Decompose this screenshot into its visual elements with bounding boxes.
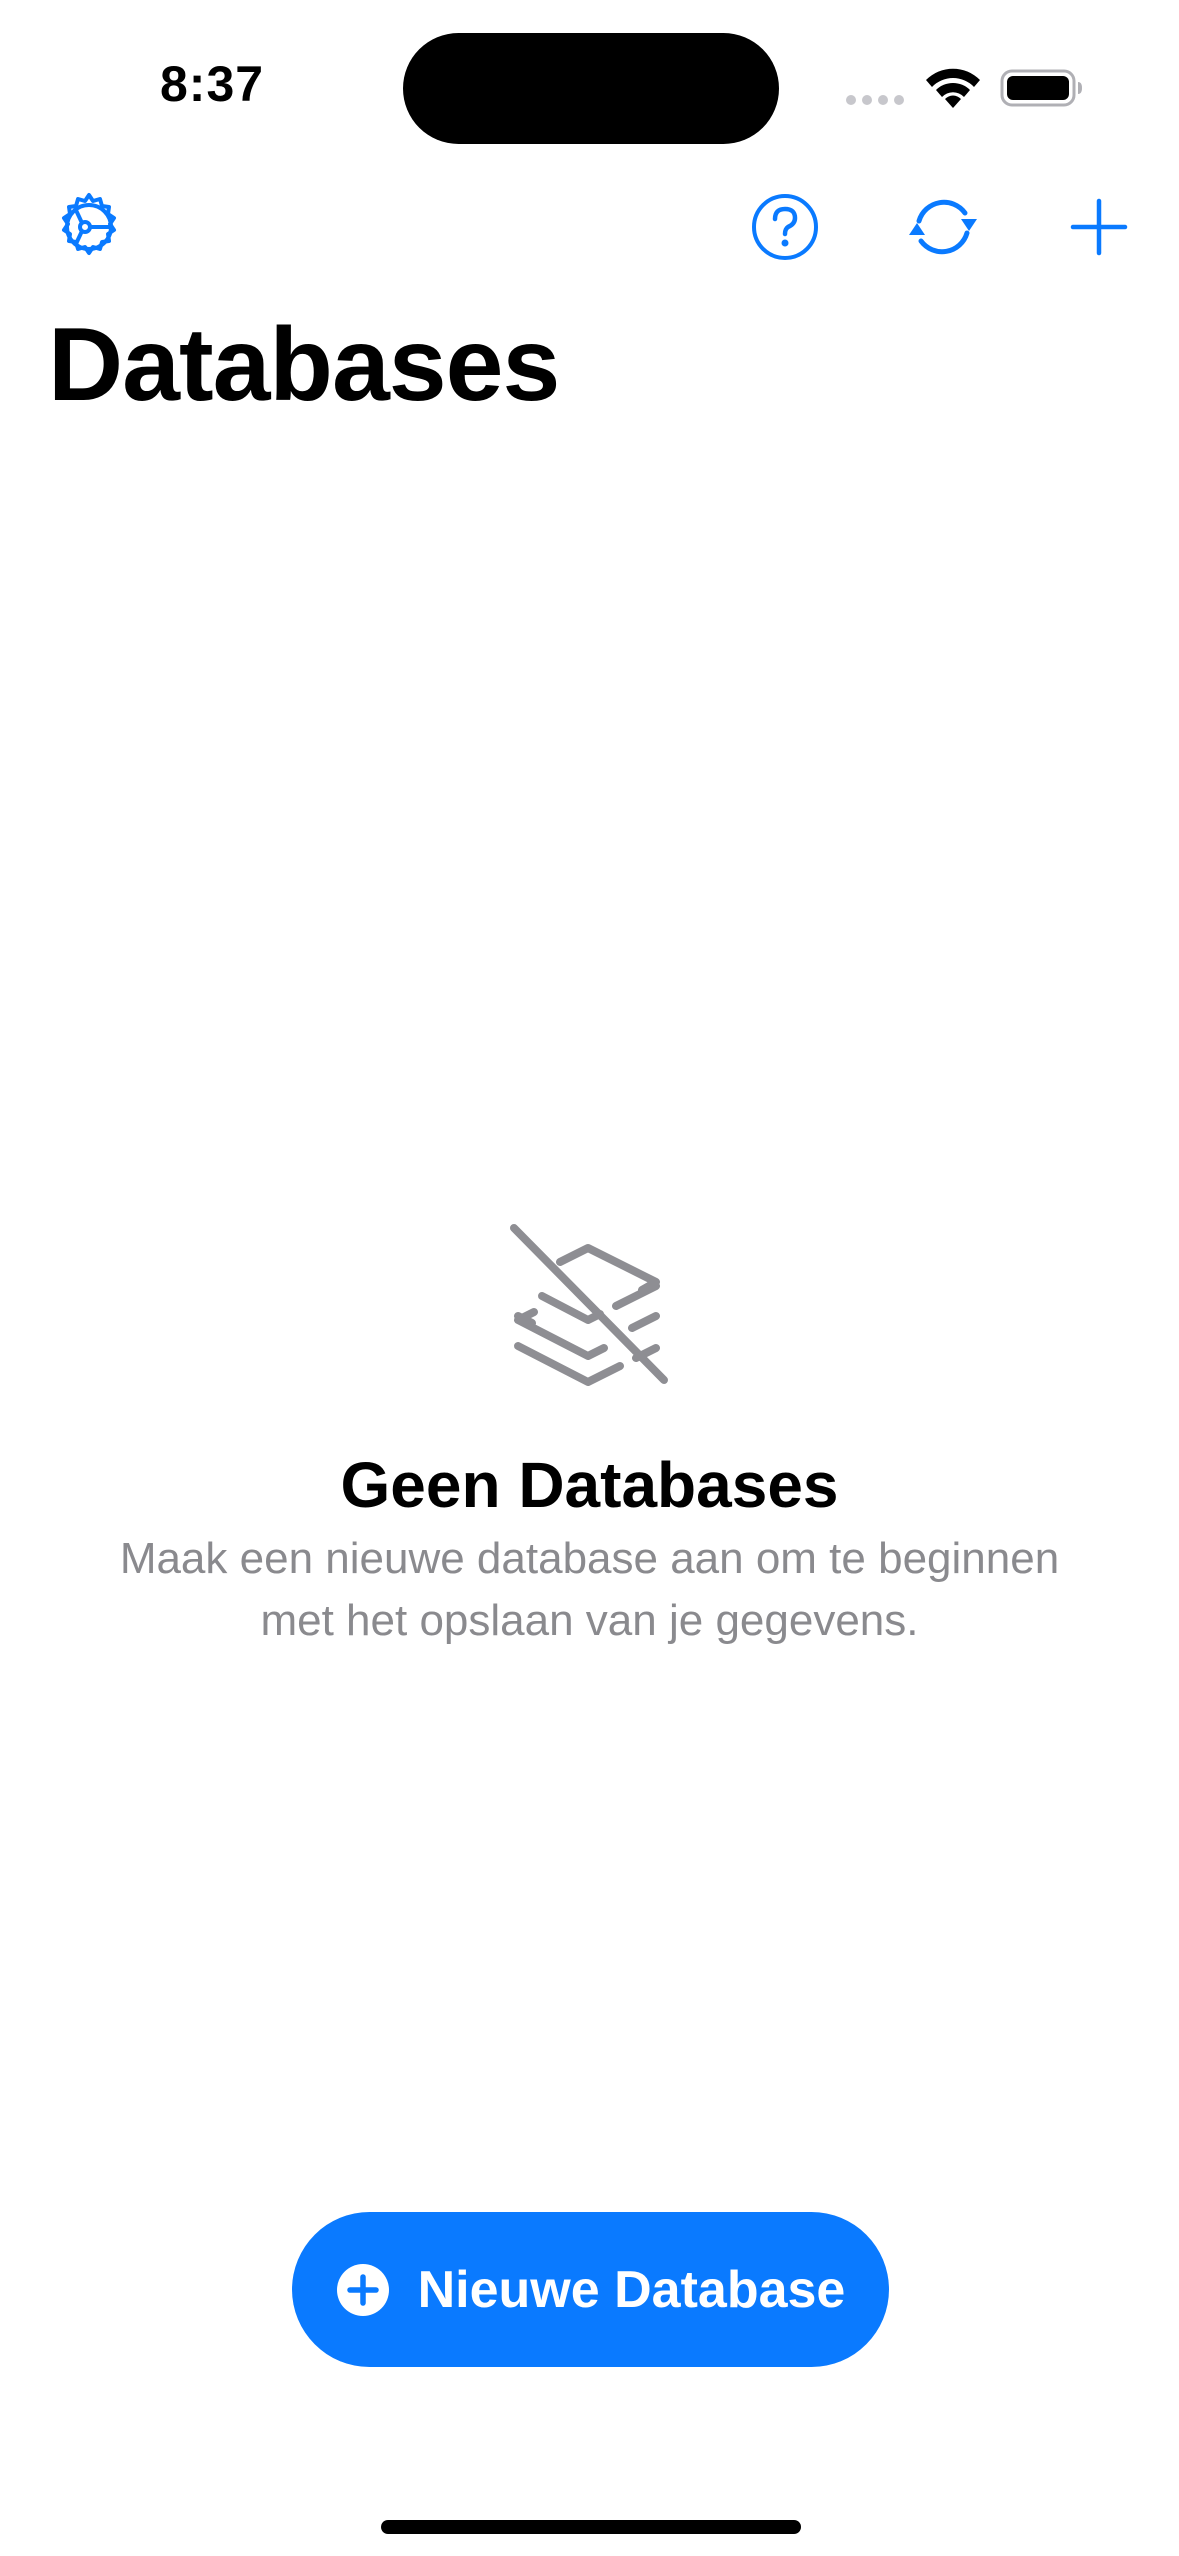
- help-button[interactable]: [740, 182, 830, 272]
- dynamic-island: [403, 33, 779, 144]
- status-time: 8:37: [160, 56, 265, 112]
- new-database-label: Nieuwe Database: [417, 2260, 846, 2319]
- add-button[interactable]: [1054, 182, 1144, 272]
- gear-icon: [62, 193, 116, 255]
- stack-slash-icon: [510, 1224, 668, 1386]
- sync-arrows-icon: [909, 199, 977, 255]
- question-circle-icon: [752, 194, 818, 260]
- wifi-icon: [926, 68, 980, 108]
- home-indicator[interactable]: [381, 2520, 801, 2534]
- sync-button[interactable]: [898, 182, 988, 272]
- plus-circle-icon: [336, 2263, 389, 2316]
- screen: 8:37 Databases Geen Databases Maak een n…: [0, 0, 1179, 2556]
- empty-state-description: Maak een nieuwe database aan om te begin…: [119, 1534, 1060, 1645]
- new-database-button[interactable]: Nieuwe Database: [292, 2212, 889, 2367]
- empty-state-title: Geen Databases: [340, 1449, 839, 1521]
- battery-icon: [1000, 69, 1082, 107]
- plus-icon: [1070, 198, 1128, 256]
- page-title: Databases: [48, 307, 560, 423]
- cellular-signal-icon: [846, 95, 904, 105]
- settings-button[interactable]: [44, 182, 134, 272]
